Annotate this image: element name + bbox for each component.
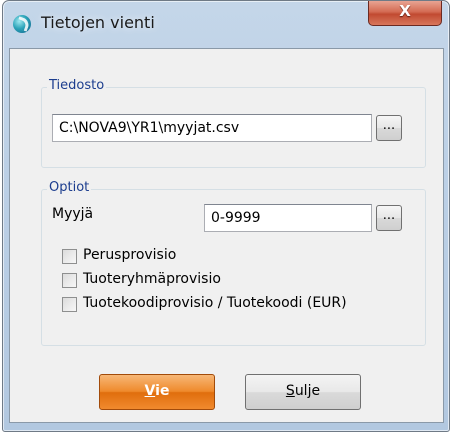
checkbox-label: Tuoteryhmäprovisio: [83, 271, 221, 287]
dialog-window: Tietojen vienti X Tiedosto C:\NOVA9\YR1\…: [2, 0, 450, 432]
seller-range-input[interactable]: 0-9999: [204, 204, 372, 232]
app-logo-icon: [13, 15, 31, 33]
file-group-legend: Tiedosto: [47, 78, 107, 93]
checkbox-label: Perusprovisio: [83, 247, 177, 263]
file-path-input[interactable]: C:\NOVA9\YR1\myyjat.csv: [52, 114, 372, 142]
close-button-mnemonic: S: [285, 383, 295, 399]
checkbox-label: Tuotekoodiprovisio / Tuotekoodi (EUR): [83, 295, 347, 311]
close-window-button[interactable]: X: [368, 1, 442, 26]
title-bar[interactable]: Tietojen vienti X: [3, 1, 449, 49]
browse-file-button[interactable]: ...: [376, 115, 402, 141]
close-button[interactable]: Sulje: [245, 374, 361, 410]
checkbox-box[interactable]: [62, 273, 77, 288]
dialog-content: Tiedosto C:\NOVA9\YR1\myyjat.csv ... Opt…: [9, 48, 444, 423]
window-title: Tietojen vienti: [41, 13, 155, 32]
export-button-label: ie: [155, 383, 170, 399]
export-button[interactable]: Vie: [99, 374, 215, 410]
export-button-mnemonic: V: [144, 383, 156, 399]
options-group: Optiot Myyjä 0-9999 ... Perusprovisio Tu…: [41, 180, 426, 346]
checkbox-box[interactable]: [62, 249, 77, 264]
seller-label: Myyjä: [52, 206, 94, 222]
browse-seller-button[interactable]: ...: [376, 205, 402, 231]
close-icon: X: [399, 2, 411, 20]
close-button-label: ulje: [294, 383, 321, 399]
file-group: Tiedosto C:\NOVA9\YR1\myyjat.csv ...: [41, 78, 426, 168]
options-group-legend: Optiot: [47, 180, 92, 195]
checkbox-box[interactable]: [62, 297, 77, 312]
